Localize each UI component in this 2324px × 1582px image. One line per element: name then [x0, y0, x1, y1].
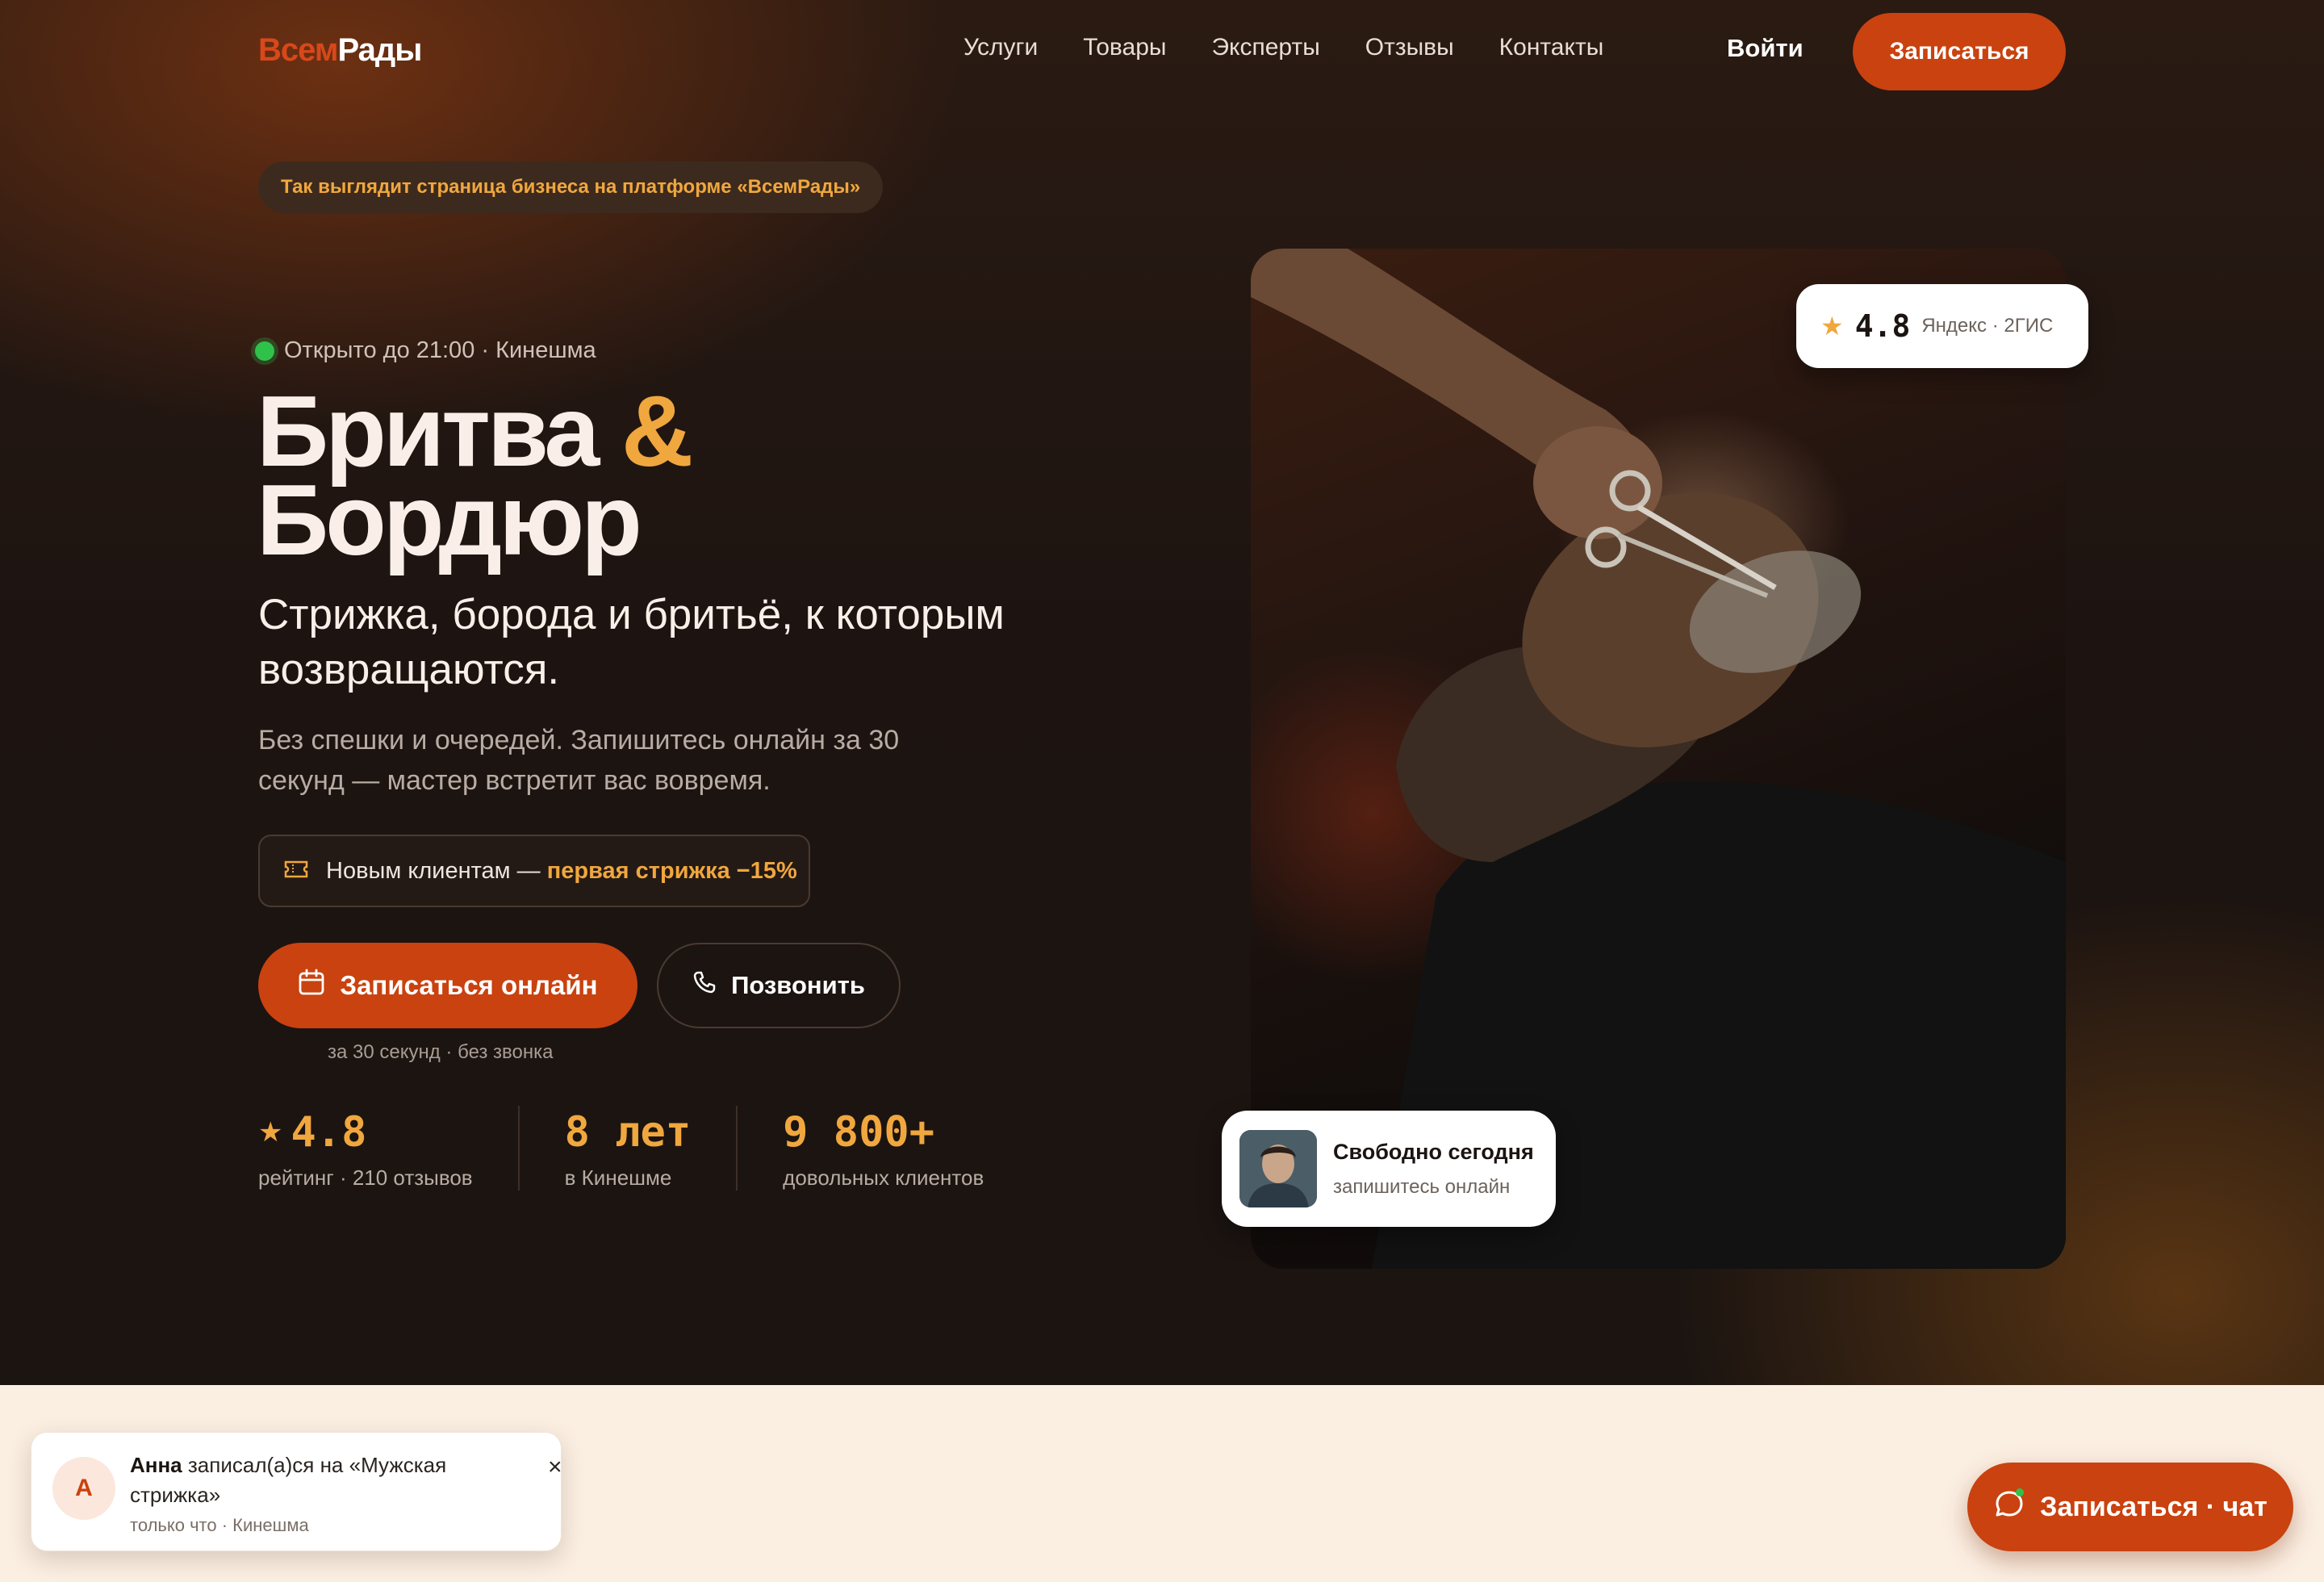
stat-clients-label: довольных клиентов	[783, 1166, 984, 1190]
nav-item-reviews[interactable]: Отзывы	[1365, 34, 1454, 61]
chat-icon	[1993, 1488, 2025, 1527]
booking-notification: А Анна записал(а)ся на «Мужская стрижка»…	[31, 1432, 562, 1551]
online-status-dot	[255, 341, 274, 361]
main-nav: Услуги Товары Эксперты Отзывы Контакты	[963, 34, 1603, 61]
call-label: Позвонить	[731, 971, 865, 999]
calendar-icon	[298, 969, 325, 1002]
notification-avatar: А	[52, 1457, 115, 1520]
book-online-label: Записаться онлайн	[340, 970, 598, 1000]
call-button[interactable]: Позвонить	[657, 943, 901, 1028]
ticket-icon	[284, 858, 308, 885]
notification-message: Анна записал(а)ся на «Мужская стрижка»	[130, 1450, 509, 1510]
star-icon: ★	[258, 1116, 283, 1149]
logo-part-2: Рады	[337, 32, 422, 68]
stat-rating-value: 4.8	[290, 1108, 367, 1157]
title-line-2: Бордюр	[257, 465, 642, 576]
open-status: Открыто до 21:00 · Кинешма	[255, 337, 596, 364]
nav-item-experts[interactable]: Эксперты	[1211, 34, 1319, 61]
rating-card-value: 4.8	[1854, 308, 1911, 344]
availability-title: Свободно сегодня	[1333, 1139, 1534, 1164]
header-book-button[interactable]: Записаться	[1853, 13, 2066, 90]
rating-card-source: Яндекс · 2ГИС	[1921, 315, 2054, 337]
stat-years-label: в Кинешме	[564, 1166, 672, 1190]
nav-item-products[interactable]: Товары	[1083, 34, 1166, 61]
promo-highlight: первая стрижка −15%	[546, 857, 797, 884]
stats-row: ★ 4.8 рейтинг · 210 отзывов 8 лет в Кинеш…	[258, 1106, 1074, 1191]
master-avatar	[1239, 1130, 1317, 1207]
rating-card: ★ 4.8 Яндекс · 2ГИС	[1796, 284, 2088, 368]
stat-rating-label: рейтинг · 210 отзывов	[258, 1166, 473, 1190]
open-status-text: Открыто до 21:00 · Кинешма	[284, 337, 596, 363]
nav-item-contacts[interactable]: Контакты	[1499, 34, 1604, 61]
platform-badge: Так выглядит страница бизнеса на платфор…	[258, 161, 884, 213]
availability-card[interactable]: Свободно сегодня запишитесь онлайн	[1222, 1111, 1556, 1227]
business-title: Бритва & Бордюр	[257, 382, 693, 571]
notification-name: Анна	[130, 1453, 182, 1477]
hero-subtitle: Стрижка, борода и бритьё, к которым возв…	[258, 591, 1005, 693]
login-link[interactable]: Войти	[1727, 34, 1804, 63]
stat-clients: 9 800+ довольных клиентов	[783, 1106, 1029, 1191]
close-icon[interactable]: ×	[548, 1454, 562, 1481]
stat-years-value: 8 лет	[564, 1108, 692, 1157]
hero-description: Без спешки и очередей. Запишитесь онлайн…	[258, 725, 900, 796]
stat-rating: ★ 4.8 рейтинг · 210 отзывов	[258, 1106, 520, 1191]
book-online-button[interactable]: Записаться онлайн	[258, 943, 637, 1028]
promo-prefix: Новым клиентам —	[326, 857, 547, 884]
notification-meta: только что · Кинешма	[130, 1515, 309, 1535]
availability-subtitle: запишитесь онлайн	[1333, 1175, 1511, 1198]
booking-note: за 30 секунд · без звонка	[328, 1041, 554, 1063]
promo-banner: Новым клиентам — первая стрижка −15%	[258, 835, 810, 907]
stat-years: 8 лет в Кинешме	[565, 1106, 738, 1191]
chat-book-label: Записаться · чат	[2040, 1491, 2268, 1522]
stat-clients-value: 9 800+	[783, 1108, 935, 1157]
logo-part-1: Всем	[258, 32, 338, 68]
nav-item-services[interactable]: Услуги	[963, 34, 1038, 61]
brand-logo[interactable]: ВсемРады	[258, 32, 422, 69]
star-icon: ★	[1820, 312, 1844, 341]
chat-book-button[interactable]: Записаться · чат	[1967, 1463, 2293, 1551]
phone-icon	[692, 970, 717, 1001]
